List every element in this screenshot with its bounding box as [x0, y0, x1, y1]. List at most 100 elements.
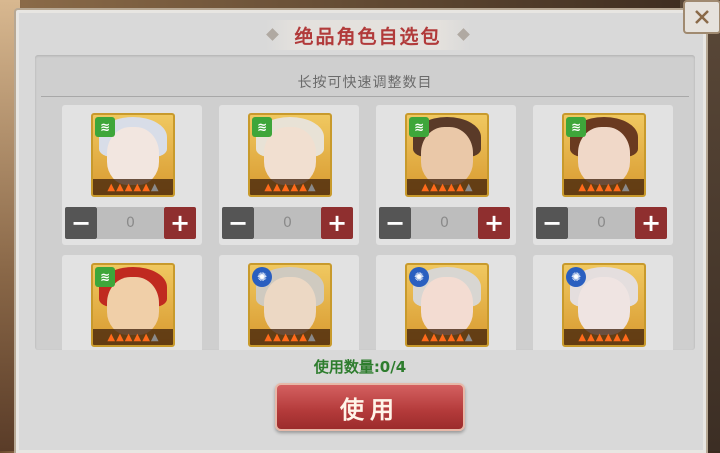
flame-icon: ▲ — [595, 331, 604, 343]
flame-icon: ▲ — [447, 331, 456, 343]
faction-shu-icon: ≋ — [95, 117, 115, 137]
character-portrait[interactable]: ✺ ▲ ▲ ▲ ▲ ▲ ▲ — [248, 263, 332, 347]
character-list[interactable]: 长按可快速调整数目 ≋ ▲ ▲ ▲ ▲ ▲ ▲ −0 + ≋ ▲ ▲ ▲ ▲ ▲ ▲ −0 + ≋ ▲ ▲ ▲ ▲ ▲ ▲ −0 +… — [35, 55, 695, 350]
minus-button[interactable]: − — [65, 207, 97, 239]
flame-icon: ▲ — [464, 331, 473, 343]
flame-icon: ▲ — [299, 331, 307, 343]
flame-icon: ▲ — [299, 181, 307, 193]
flame-icon: ▲ — [281, 181, 290, 193]
quantity-stepper: −0 + — [536, 207, 667, 239]
star-rating: ▲ ▲ ▲ ▲ ▲ ▲ — [564, 179, 644, 195]
flame-icon: ▲ — [273, 331, 281, 343]
flame-icon: ▲ — [595, 181, 604, 193]
flame-icon: ▲ — [604, 331, 613, 343]
flame-icon: ▲ — [290, 181, 299, 193]
faction-shu-icon: ≋ — [409, 117, 429, 137]
faction-shu-icon: ≋ — [566, 117, 586, 137]
quantity-stepper: −0 + — [379, 207, 510, 239]
flame-icon: ▲ — [133, 181, 142, 193]
hint-text: 长按可快速调整数目 — [297, 75, 433, 91]
minus-button[interactable]: − — [536, 207, 568, 239]
flame-icon: ▲ — [107, 181, 116, 193]
flame-icon: ▲ — [116, 331, 124, 343]
star-rating: ▲ ▲ ▲ ▲ ▲ ▲ — [250, 179, 330, 195]
flame-icon: ▲ — [613, 181, 621, 193]
plus-button[interactable]: + — [635, 207, 667, 239]
flame-icon: ▲ — [107, 331, 116, 343]
portrait-face — [578, 127, 630, 185]
flame-icon: ▲ — [621, 331, 630, 343]
character-card[interactable]: ✺ ▲ ▲ ▲ ▲ ▲ ▲ — [376, 255, 516, 350]
flame-icon: ▲ — [273, 181, 281, 193]
star-rating: ▲ ▲ ▲ ▲ ▲ ▲ — [250, 329, 330, 345]
character-card[interactable]: ✺ ▲ ▲ ▲ ▲ ▲ ▲ — [533, 255, 673, 350]
portrait-face — [264, 127, 316, 185]
plus-button[interactable]: + — [164, 207, 196, 239]
character-portrait[interactable]: ≋ ▲ ▲ ▲ ▲ ▲ ▲ — [91, 113, 175, 197]
flame-icon: ▲ — [116, 181, 124, 193]
plus-button[interactable]: + — [478, 207, 510, 239]
portrait-face — [421, 277, 473, 335]
minus-button[interactable]: − — [222, 207, 254, 239]
flame-icon: ▲ — [124, 181, 133, 193]
portrait-face — [421, 127, 473, 185]
flame-icon: ▲ — [430, 331, 438, 343]
flame-icon: ▲ — [307, 181, 316, 193]
flame-icon: ▲ — [438, 331, 447, 343]
character-card[interactable]: ≋ ▲ ▲ ▲ ▲ ▲ ▲ −0 + — [62, 105, 202, 245]
quantity-value: 0 — [411, 207, 478, 239]
flame-icon: ▲ — [281, 331, 290, 343]
portrait-face — [107, 277, 159, 335]
quantity-stepper: −0 + — [65, 207, 196, 239]
flame-icon: ▲ — [578, 331, 587, 343]
flame-icon: ▲ — [464, 181, 473, 193]
title-bar: 绝品角色自选包 — [266, 20, 470, 50]
flame-icon: ▲ — [621, 181, 630, 193]
flame-icon: ▲ — [578, 181, 587, 193]
flame-icon: ▲ — [124, 331, 133, 343]
portrait-face — [107, 127, 159, 185]
flame-icon: ▲ — [421, 331, 430, 343]
character-card[interactable]: ≋ ▲ ▲ ▲ ▲ ▲ ▲ — [62, 255, 202, 350]
character-portrait[interactable]: ≋ ▲ ▲ ▲ ▲ ▲ ▲ — [562, 113, 646, 197]
flame-icon: ▲ — [587, 181, 595, 193]
flame-icon: ▲ — [133, 331, 142, 343]
flame-icon: ▲ — [307, 331, 316, 343]
character-portrait[interactable]: ✺ ▲ ▲ ▲ ▲ ▲ ▲ — [562, 263, 646, 347]
quantity-value: 0 — [254, 207, 321, 239]
minus-button[interactable]: − — [379, 207, 411, 239]
flame-icon: ▲ — [142, 331, 150, 343]
star-rating: ▲ ▲ ▲ ▲ ▲ ▲ — [407, 329, 487, 345]
character-card[interactable]: ✺ ▲ ▲ ▲ ▲ ▲ ▲ — [219, 255, 359, 350]
plus-button[interactable]: + — [321, 207, 353, 239]
close-icon — [695, 10, 709, 24]
dialog-title: 绝品角色自选包 — [294, 25, 442, 48]
flame-icon: ▲ — [264, 181, 273, 193]
close-button[interactable] — [683, 0, 720, 34]
character-portrait[interactable]: ✺ ▲ ▲ ▲ ▲ ▲ ▲ — [405, 263, 489, 347]
flame-icon: ▲ — [587, 331, 595, 343]
character-portrait[interactable]: ≋ ▲ ▲ ▲ ▲ ▲ ▲ — [248, 113, 332, 197]
character-card[interactable]: ≋ ▲ ▲ ▲ ▲ ▲ ▲ −0 + — [376, 105, 516, 245]
faction-wei-icon: ✺ — [409, 267, 429, 287]
portrait-face — [578, 277, 630, 335]
star-rating: ▲ ▲ ▲ ▲ ▲ ▲ — [93, 179, 173, 195]
character-card[interactable]: ≋ ▲ ▲ ▲ ▲ ▲ ▲ −0 + — [219, 105, 359, 245]
flame-icon: ▲ — [264, 331, 273, 343]
usage-count: 使用数量:0/4 — [313, 358, 407, 376]
flame-icon: ▲ — [290, 331, 299, 343]
flame-icon: ▲ — [604, 181, 613, 193]
character-card[interactable]: ≋ ▲ ▲ ▲ ▲ ▲ ▲ −0 + — [533, 105, 673, 245]
quantity-stepper: −0 + — [222, 207, 353, 239]
flame-icon: ▲ — [456, 331, 464, 343]
flame-icon: ▲ — [421, 181, 430, 193]
flame-icon: ▲ — [150, 331, 159, 343]
flame-icon: ▲ — [150, 181, 159, 193]
flame-icon: ▲ — [447, 181, 456, 193]
faction-wei-icon: ✺ — [252, 267, 272, 287]
character-portrait[interactable]: ≋ ▲ ▲ ▲ ▲ ▲ ▲ — [405, 113, 489, 197]
star-rating: ▲ ▲ ▲ ▲ ▲ ▲ — [93, 329, 173, 345]
flame-icon: ▲ — [456, 181, 464, 193]
character-portrait[interactable]: ≋ ▲ ▲ ▲ ▲ ▲ ▲ — [91, 263, 175, 347]
use-button[interactable]: 使用 — [275, 383, 465, 431]
